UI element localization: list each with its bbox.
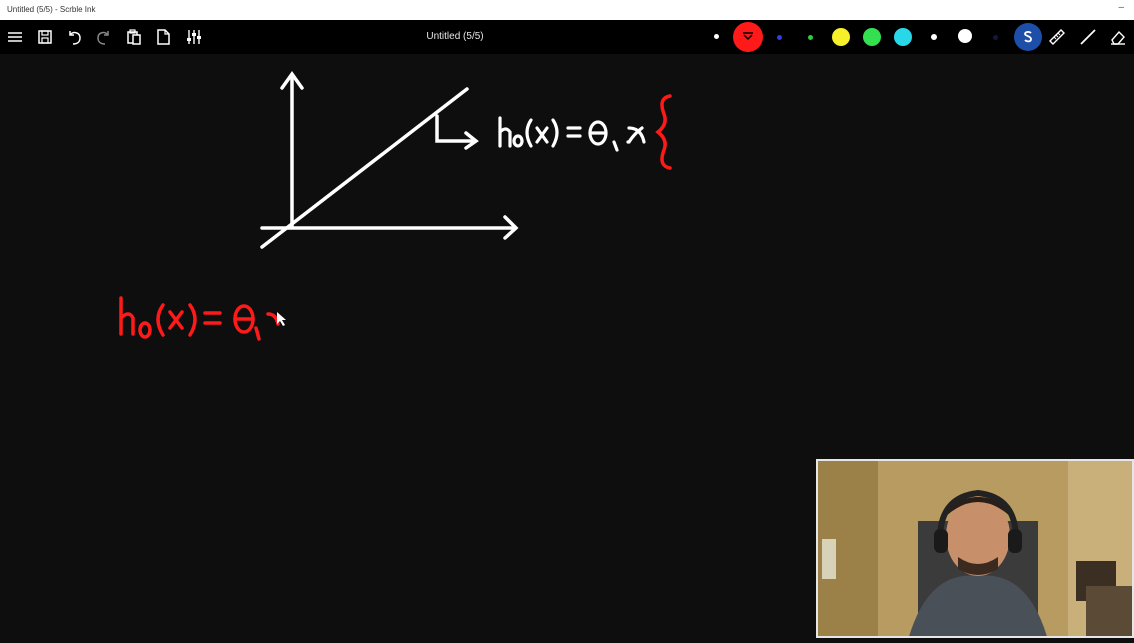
document-title: Untitled (5/5): [426, 31, 484, 42]
pen-blue[interactable]: [777, 35, 782, 40]
pen-navy[interactable]: [993, 35, 998, 40]
pen-white-dot[interactable]: [931, 34, 937, 40]
redo-icon[interactable]: [94, 27, 114, 47]
pen-white-small[interactable]: [714, 34, 719, 39]
window-titlebar: Untitled (5/5) - Scrble Ink –: [0, 0, 1134, 20]
pen-green-small[interactable]: [808, 35, 813, 40]
formula-top: [498, 116, 646, 152]
toolbar: Untitled (5/5): [0, 20, 1134, 54]
webcam-overlay: [816, 459, 1134, 638]
pen-yellow[interactable]: [832, 28, 850, 46]
shape-tool-icon[interactable]: [1014, 23, 1042, 51]
annotation-arrow: [435, 114, 479, 150]
new-page-icon[interactable]: [153, 27, 173, 47]
pen-cyan[interactable]: [894, 28, 912, 46]
pen-green[interactable]: [863, 28, 881, 46]
undo-icon[interactable]: [64, 27, 84, 47]
pen-white[interactable]: [958, 29, 972, 43]
graph-axes: [260, 70, 519, 249]
chevron-down-icon: [743, 32, 753, 41]
red-brace: [655, 94, 672, 170]
save-icon[interactable]: [35, 27, 55, 47]
eraser-icon[interactable]: [1108, 27, 1128, 47]
pen-red-selected[interactable]: [733, 22, 763, 52]
paste-icon[interactable]: [124, 27, 144, 47]
presenter-video: [818, 461, 1132, 636]
ruler-icon[interactable]: [1047, 27, 1067, 47]
settings-sliders-icon[interactable]: [184, 27, 204, 47]
line-tool-icon[interactable]: [1078, 27, 1098, 47]
menu-icon[interactable]: [5, 27, 25, 47]
minimize-button[interactable]: –: [1118, 2, 1124, 13]
formula-bottom: [119, 296, 280, 341]
window-title: Untitled (5/5) - Scrble Ink: [7, 5, 96, 14]
